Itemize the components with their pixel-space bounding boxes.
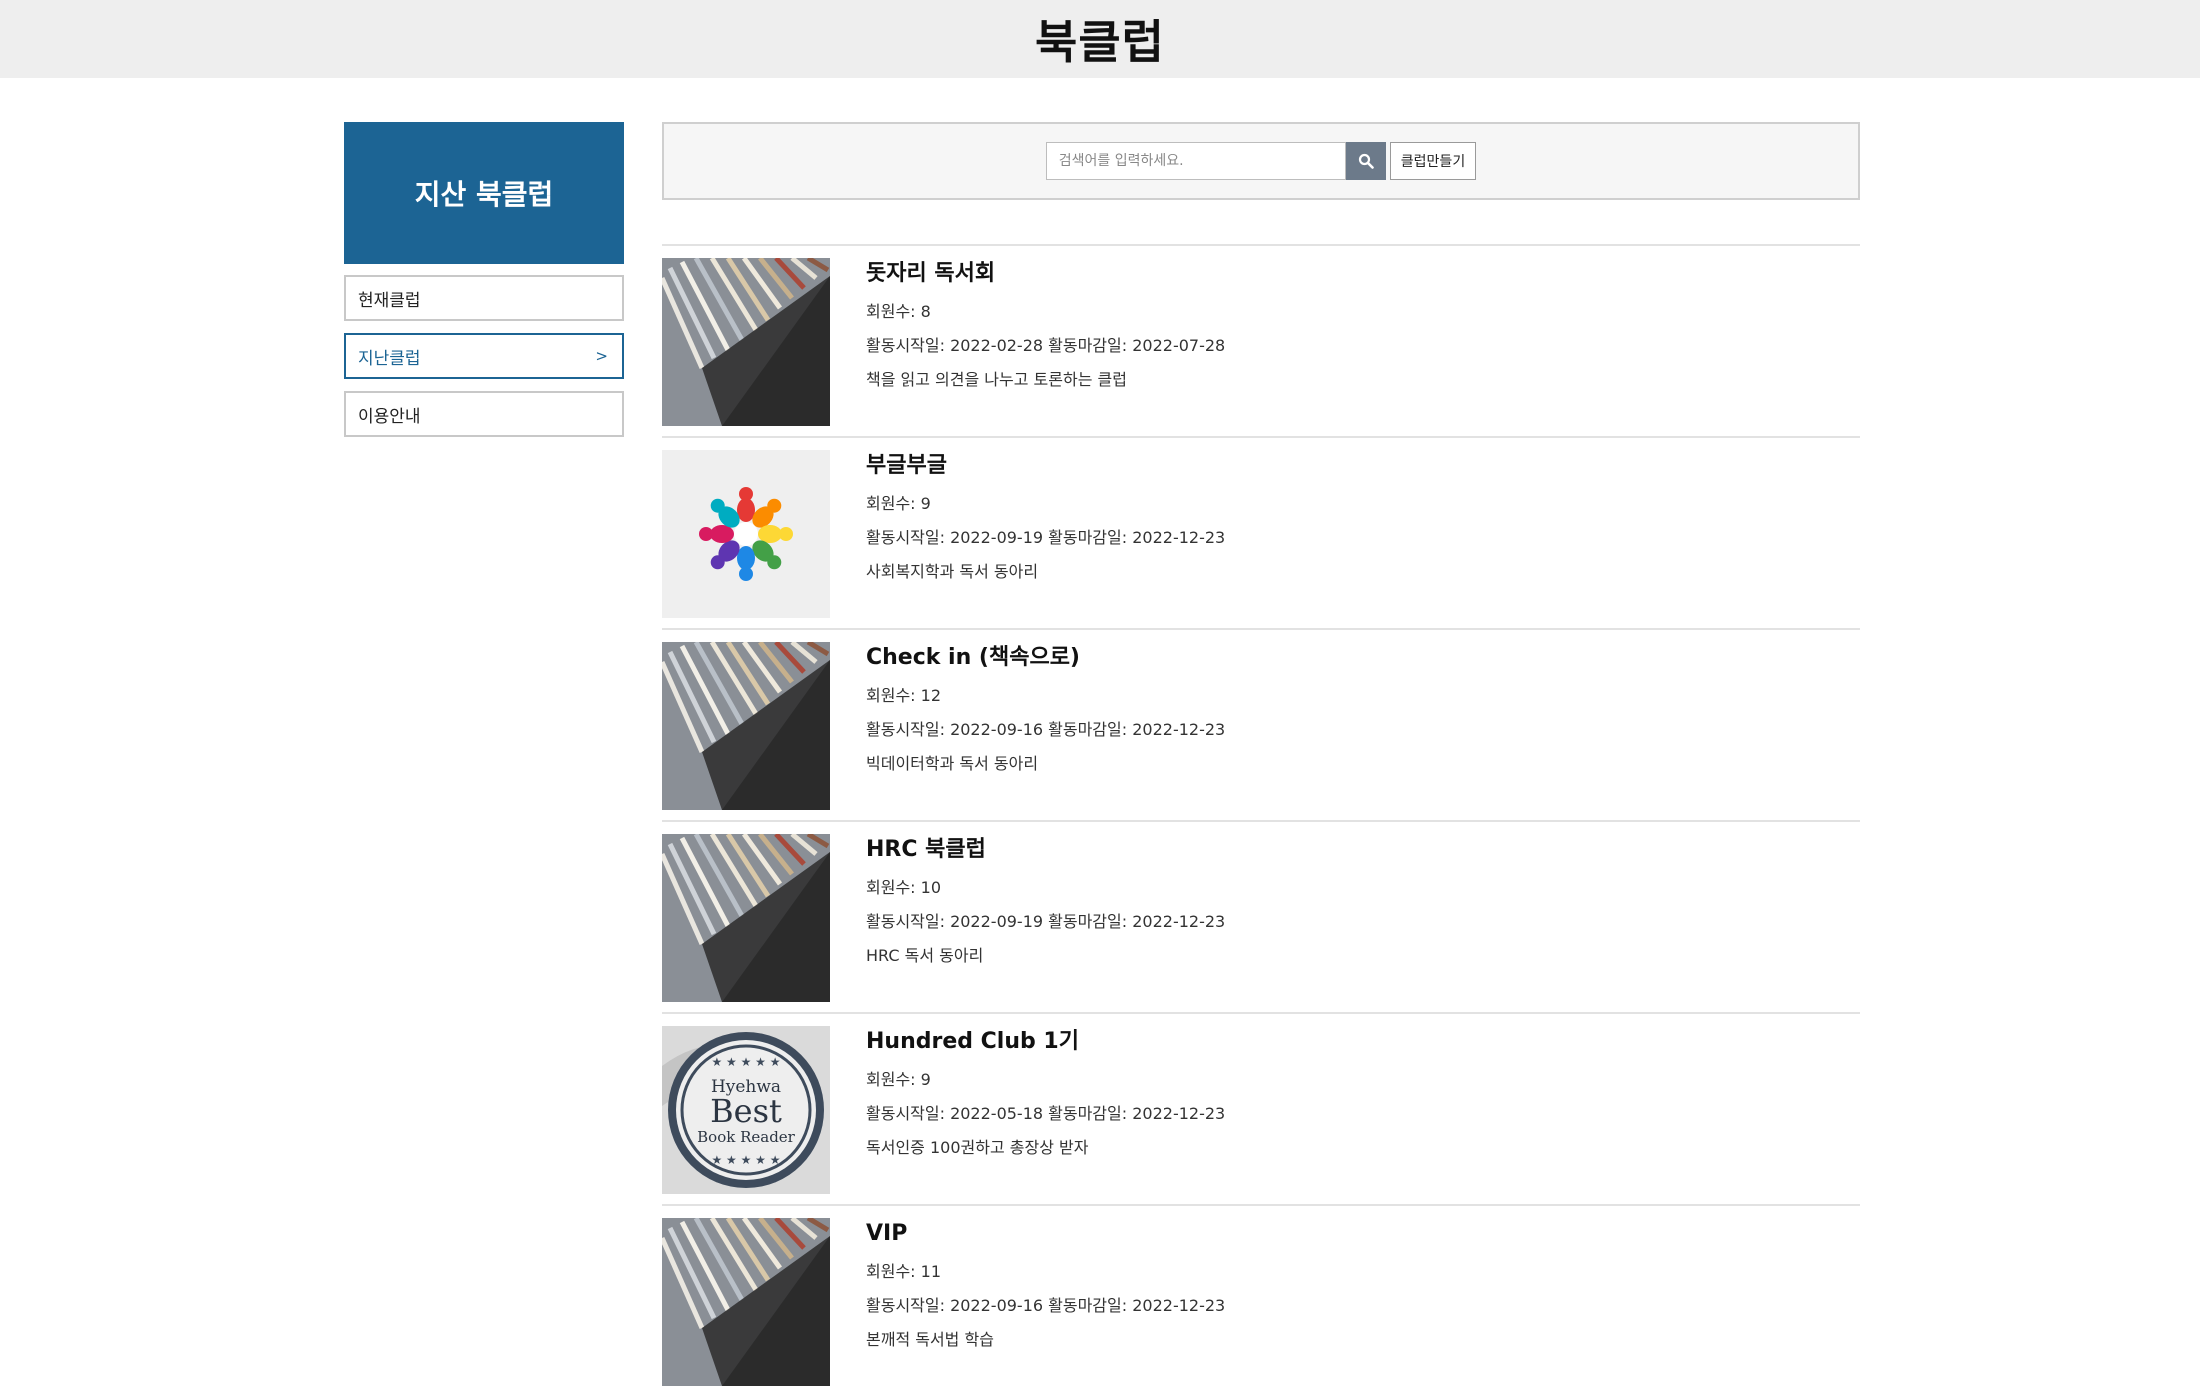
- sidebar-title: 지산 북클럽: [344, 122, 624, 264]
- club-name[interactable]: 부글부글: [866, 451, 1225, 481]
- page-title: 북클럽: [1035, 15, 1165, 69]
- club-thumbnail[interactable]: [662, 258, 830, 426]
- books-image: [662, 1218, 830, 1386]
- club-thumbnail[interactable]: [662, 1218, 830, 1386]
- club-description: 본깨적 독서법 학습: [866, 1330, 994, 1349]
- club-period: 활동시작일: 2022-09-16 활동마감일: 2022-12-23: [866, 1296, 1226, 1315]
- club-period: 활동시작일: 2022-02-28 활동마감일: 2022-07-28: [866, 336, 1226, 355]
- sidebar-item-label: 지난클럽: [358, 348, 421, 369]
- best-reader-badge-icon: ★ ★ ★ ★ ★ ★ ★ ★ ★ ★ Hyehwa Best Book Rea…: [662, 1026, 830, 1194]
- club-item[interactable]: HRC 북클럽 회원수: 10 활동시작일: 2022-09-19 활동마감일:…: [662, 822, 1860, 1014]
- svg-text:★ ★ ★ ★ ★: ★ ★ ★ ★ ★: [711, 1055, 780, 1069]
- club-members: 회원수: 12: [866, 686, 941, 705]
- sidebar-item-label: 현재클럽: [358, 290, 421, 311]
- club-members: 회원수: 8: [866, 302, 931, 321]
- club-name[interactable]: Hundred Club 1기: [866, 1027, 1225, 1057]
- club-item[interactable]: Check in (책속으로) 회원수: 12 활동시작일: 2022-09-1…: [662, 630, 1860, 822]
- search-icon: [1358, 153, 1374, 169]
- club-list: 돗자리 독서회 회원수: 8 활동시작일: 2022-02-28 활동마감일: …: [662, 244, 1860, 1398]
- create-club-button[interactable]: 클럽만들기: [1389, 142, 1477, 180]
- club-thumbnail[interactable]: [662, 450, 830, 618]
- club-members: 회원수: 10: [866, 878, 941, 897]
- club-description: 빅데이터학과 독서 동아리: [866, 754, 1039, 773]
- sidebar-item-current-clubs[interactable]: 현재클럽: [344, 275, 624, 321]
- club-item[interactable]: 부글부글 회원수: 9 활동시작일: 2022-09-19 활동마감일: 202…: [662, 438, 1860, 630]
- badge-text-best: Best: [710, 1092, 782, 1130]
- search-input[interactable]: [1045, 142, 1346, 180]
- books-image: [662, 834, 830, 1002]
- club-thumbnail[interactable]: ★ ★ ★ ★ ★ ★ ★ ★ ★ ★ Hyehwa Best Book Rea…: [662, 1026, 830, 1194]
- club-description: 사회복지학과 독서 동아리: [866, 562, 1039, 581]
- club-period: 활동시작일: 2022-09-19 활동마감일: 2022-12-23: [866, 912, 1226, 931]
- club-thumbnail[interactable]: [662, 834, 830, 1002]
- people-circle-logo-icon: [662, 450, 830, 618]
- club-description: 책을 읽고 의견을 나누고 토론하는 클럽: [866, 370, 1127, 389]
- club-period: 활동시작일: 2022-05-18 활동마감일: 2022-12-23: [866, 1104, 1226, 1123]
- sidebar: 지산 북클럽 현재클럽 지난클럽 > 이용안내: [344, 122, 624, 437]
- club-item[interactable]: 돗자리 독서회 회원수: 8 활동시작일: 2022-02-28 활동마감일: …: [662, 246, 1860, 438]
- club-members: 회원수: 9: [866, 494, 931, 513]
- sidebar-item-label: 이용안내: [358, 406, 421, 427]
- club-members: 회원수: 11: [866, 1262, 941, 1281]
- club-item[interactable]: ★ ★ ★ ★ ★ ★ ★ ★ ★ ★ Hyehwa Best Book Rea…: [662, 1014, 1860, 1206]
- sidebar-item-guide[interactable]: 이용안내: [344, 391, 624, 437]
- search-button[interactable]: [1345, 142, 1386, 180]
- club-name[interactable]: VIP: [866, 1219, 1225, 1249]
- club-name[interactable]: 돗자리 독서회: [866, 259, 1225, 289]
- top-header: 북클럽: [0, 0, 2200, 78]
- club-description: HRC 독서 동아리: [866, 946, 984, 965]
- badge-text-book-reader: Book Reader: [697, 1128, 796, 1146]
- books-image: [662, 642, 830, 810]
- sidebar-item-past-clubs[interactable]: 지난클럽 >: [344, 333, 624, 379]
- search-bar: 클럽만들기: [662, 122, 1860, 200]
- club-thumbnail[interactable]: [662, 642, 830, 810]
- svg-text:★ ★ ★ ★ ★: ★ ★ ★ ★ ★: [711, 1153, 780, 1167]
- club-name[interactable]: HRC 북클럽: [866, 835, 1225, 865]
- club-members: 회원수: 9: [866, 1070, 931, 1089]
- main-content: 클럽만들기: [662, 122, 1860, 1398]
- books-image: [662, 258, 830, 426]
- club-period: 활동시작일: 2022-09-19 활동마감일: 2022-12-23: [866, 528, 1226, 547]
- club-period: 활동시작일: 2022-09-16 활동마감일: 2022-12-23: [866, 720, 1226, 739]
- club-name[interactable]: Check in (책속으로): [866, 643, 1225, 673]
- club-item[interactable]: VIP 회원수: 11 활동시작일: 2022-09-16 활동마감일: 202…: [662, 1206, 1860, 1398]
- chevron-right-icon: >: [595, 347, 608, 365]
- club-description: 독서인증 100권하고 총장상 받자: [866, 1138, 1089, 1157]
